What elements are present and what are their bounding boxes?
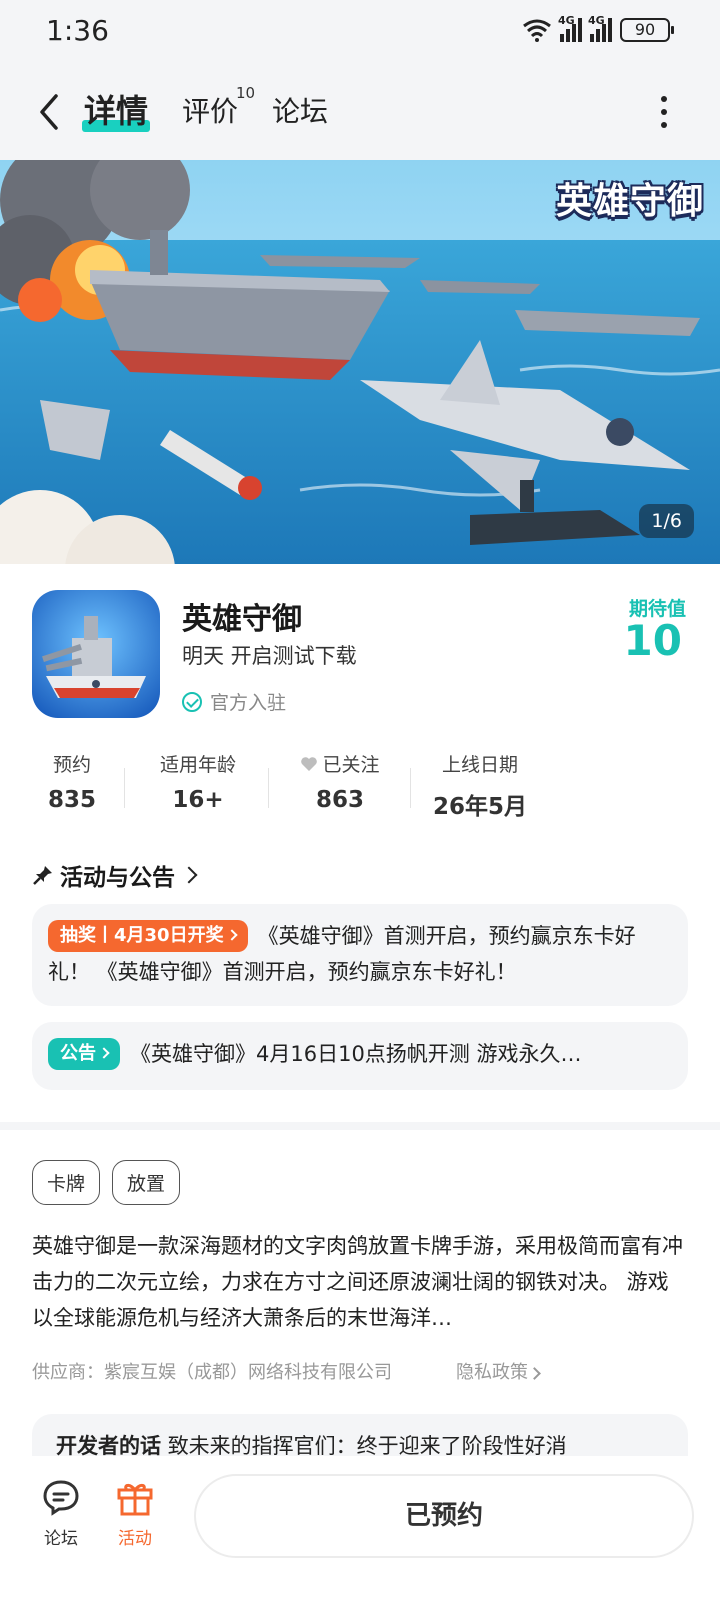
activity-card-lottery[interactable]: 抽奖丨4月30日开奖 《英雄守御》首测开启，预约赢京东卡好礼！ 《英雄守御》首测开… (32, 904, 688, 1006)
section-divider (0, 1122, 720, 1130)
top-nav: 详情 评价 10 论坛 (0, 64, 720, 160)
stat-age-rating: 适用年龄 16+ (159, 754, 236, 813)
stat-divider (124, 768, 125, 808)
stat-divider (410, 768, 411, 808)
bottom-action-bar: 论坛 活动 已预约 (0, 1456, 720, 1600)
activity-button[interactable]: 活动 (100, 1478, 170, 1549)
forum-label: 论坛 (44, 1529, 78, 1549)
signal-icon: 4G (588, 14, 612, 42)
game-description[interactable]: 英雄守御是一款深海题材的文字肉鸽放置卡牌手游，采用极简而富有冲击力的二次元立绘，… (32, 1228, 688, 1336)
stat-followers[interactable]: 已关注 863 (290, 750, 390, 813)
reserved-button[interactable]: 已预约 (194, 1474, 694, 1558)
lottery-pill: 抽奖丨4月30日开奖 (48, 920, 248, 952)
developer-note-title: 开发者的话 (56, 1434, 161, 1458)
developer-note-text: 致未来的指挥官们：终于迎来了阶段性好消 (167, 1434, 567, 1458)
app-release-note: 明天 开启测试下载 (182, 644, 357, 668)
privacy-policy-link[interactable]: 隐私政策 (456, 1358, 541, 1384)
pin-icon (33, 866, 52, 885)
tag-idle[interactable]: 放置 (112, 1160, 181, 1205)
chevron-right-icon (180, 866, 198, 884)
official-label: 官方入驻 (210, 692, 287, 714)
app-icon (32, 590, 160, 718)
tag-card[interactable]: 卡牌 (32, 1160, 101, 1205)
announcement-text: 《英雄守御》4月16日10点扬帆开测 游戏永久… (130, 1042, 582, 1066)
activity-section-header[interactable]: 活动与公告 (32, 858, 198, 892)
reviews-count-badge: 10 (236, 84, 256, 102)
tab-reviews[interactable]: 评价 (182, 90, 238, 130)
stat-reservations: 预约 835 (47, 754, 96, 813)
banner-game-logo: 英雄守御 (555, 181, 704, 222)
stat-launch-date: 上线日期 26年5月 (432, 754, 527, 820)
app-name: 英雄守御 (182, 602, 302, 637)
banner-carousel[interactable]: 英雄守御 1/6 (0, 160, 720, 564)
verified-check-icon (182, 691, 202, 712)
more-options-icon[interactable] (660, 96, 668, 128)
provider-info: 供应商：紫宸互娱（成都）网络科技有限公司 (32, 1362, 392, 1383)
activity-label: 活动 (118, 1529, 152, 1549)
status-time: 1:36 (46, 14, 109, 47)
status-icons: 4G 4G 90 (522, 14, 674, 42)
chat-bubble-icon (43, 1480, 79, 1516)
announcement-pill: 公告 (48, 1038, 120, 1070)
back-arrow-icon[interactable] (34, 92, 64, 132)
gift-icon (117, 1483, 153, 1516)
wifi-icon (523, 19, 551, 42)
forum-button[interactable]: 论坛 (26, 1478, 96, 1549)
activity-section-title: 活动与公告 (60, 865, 175, 891)
expectation-value: 10 (623, 616, 682, 665)
banner-page-counter: 1/6 (639, 504, 694, 538)
genre-tags: 卡牌 放置 (32, 1160, 181, 1205)
stats-row: 预约 835 适用年龄 16+ 已关注 863 上线日期 26年5月 (0, 750, 720, 830)
stat-divider (268, 768, 269, 808)
heart-icon (301, 757, 318, 771)
tab-details[interactable]: 详情 (84, 86, 148, 132)
battery-icon: 90 (620, 18, 674, 42)
official-badge: 官方入驻 (182, 688, 286, 715)
activity-card-announcement[interactable]: 公告 《英雄守御》4月16日10点扬帆开测 游戏永久… (32, 1022, 688, 1090)
status-bar: 1:36 4G 4G 90 (0, 0, 720, 64)
signal-icon: 4G (558, 14, 582, 42)
tab-forum[interactable]: 论坛 (272, 90, 328, 130)
